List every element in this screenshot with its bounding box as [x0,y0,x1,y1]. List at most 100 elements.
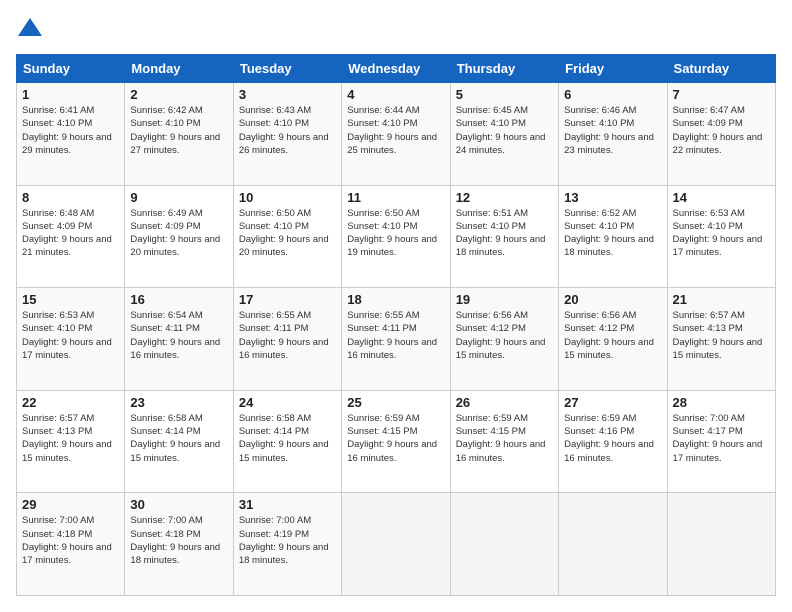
col-header-tuesday: Tuesday [233,55,341,83]
day-cell [450,493,558,596]
day-number: 20 [564,292,661,307]
day-cell: 13 Sunrise: 6:52 AMSunset: 4:10 PMDaylig… [559,185,667,288]
week-row-4: 22 Sunrise: 6:57 AMSunset: 4:13 PMDaylig… [17,390,776,493]
day-number: 1 [22,87,119,102]
day-number: 22 [22,395,119,410]
day-cell: 9 Sunrise: 6:49 AMSunset: 4:09 PMDayligh… [125,185,233,288]
day-cell [667,493,775,596]
day-info: Sunrise: 6:59 AMSunset: 4:15 PMDaylight:… [347,412,444,465]
day-number: 27 [564,395,661,410]
day-info: Sunrise: 6:52 AMSunset: 4:10 PMDaylight:… [564,207,661,260]
day-cell: 22 Sunrise: 6:57 AMSunset: 4:13 PMDaylig… [17,390,125,493]
col-header-wednesday: Wednesday [342,55,450,83]
day-info: Sunrise: 7:00 AMSunset: 4:19 PMDaylight:… [239,514,336,567]
day-info: Sunrise: 6:55 AMSunset: 4:11 PMDaylight:… [347,309,444,362]
day-cell: 14 Sunrise: 6:53 AMSunset: 4:10 PMDaylig… [667,185,775,288]
day-info: Sunrise: 6:51 AMSunset: 4:10 PMDaylight:… [456,207,553,260]
day-number: 17 [239,292,336,307]
day-number: 14 [673,190,770,205]
day-info: Sunrise: 6:58 AMSunset: 4:14 PMDaylight:… [239,412,336,465]
day-cell: 28 Sunrise: 7:00 AMSunset: 4:17 PMDaylig… [667,390,775,493]
day-cell: 23 Sunrise: 6:58 AMSunset: 4:14 PMDaylig… [125,390,233,493]
day-number: 26 [456,395,553,410]
day-cell: 26 Sunrise: 6:59 AMSunset: 4:15 PMDaylig… [450,390,558,493]
week-row-2: 8 Sunrise: 6:48 AMSunset: 4:09 PMDayligh… [17,185,776,288]
day-info: Sunrise: 6:48 AMSunset: 4:09 PMDaylight:… [22,207,119,260]
day-info: Sunrise: 6:44 AMSunset: 4:10 PMDaylight:… [347,104,444,157]
day-number: 31 [239,497,336,512]
page: SundayMondayTuesdayWednesdayThursdayFrid… [0,0,792,612]
day-info: Sunrise: 6:57 AMSunset: 4:13 PMDaylight:… [22,412,119,465]
col-header-saturday: Saturday [667,55,775,83]
day-number: 9 [130,190,227,205]
day-info: Sunrise: 6:56 AMSunset: 4:12 PMDaylight:… [564,309,661,362]
day-cell: 21 Sunrise: 6:57 AMSunset: 4:13 PMDaylig… [667,288,775,391]
day-info: Sunrise: 6:59 AMSunset: 4:15 PMDaylight:… [456,412,553,465]
day-info: Sunrise: 7:00 AMSunset: 4:17 PMDaylight:… [673,412,770,465]
day-info: Sunrise: 6:43 AMSunset: 4:10 PMDaylight:… [239,104,336,157]
day-number: 6 [564,87,661,102]
day-cell: 20 Sunrise: 6:56 AMSunset: 4:12 PMDaylig… [559,288,667,391]
day-cell [342,493,450,596]
day-number: 24 [239,395,336,410]
week-row-5: 29 Sunrise: 7:00 AMSunset: 4:18 PMDaylig… [17,493,776,596]
day-number: 7 [673,87,770,102]
day-cell: 31 Sunrise: 7:00 AMSunset: 4:19 PMDaylig… [233,493,341,596]
col-header-thursday: Thursday [450,55,558,83]
day-info: Sunrise: 6:53 AMSunset: 4:10 PMDaylight:… [22,309,119,362]
day-info: Sunrise: 6:55 AMSunset: 4:11 PMDaylight:… [239,309,336,362]
day-info: Sunrise: 6:42 AMSunset: 4:10 PMDaylight:… [130,104,227,157]
day-number: 28 [673,395,770,410]
day-cell: 17 Sunrise: 6:55 AMSunset: 4:11 PMDaylig… [233,288,341,391]
day-cell: 27 Sunrise: 6:59 AMSunset: 4:16 PMDaylig… [559,390,667,493]
day-cell: 7 Sunrise: 6:47 AMSunset: 4:09 PMDayligh… [667,83,775,186]
day-cell: 8 Sunrise: 6:48 AMSunset: 4:09 PMDayligh… [17,185,125,288]
day-cell: 3 Sunrise: 6:43 AMSunset: 4:10 PMDayligh… [233,83,341,186]
day-number: 11 [347,190,444,205]
day-number: 13 [564,190,661,205]
day-info: Sunrise: 6:56 AMSunset: 4:12 PMDaylight:… [456,309,553,362]
day-info: Sunrise: 6:50 AMSunset: 4:10 PMDaylight:… [347,207,444,260]
day-cell: 5 Sunrise: 6:45 AMSunset: 4:10 PMDayligh… [450,83,558,186]
day-info: Sunrise: 6:46 AMSunset: 4:10 PMDaylight:… [564,104,661,157]
day-number: 19 [456,292,553,307]
day-number: 18 [347,292,444,307]
day-number: 29 [22,497,119,512]
header-row: SundayMondayTuesdayWednesdayThursdayFrid… [17,55,776,83]
day-cell: 1 Sunrise: 6:41 AMSunset: 4:10 PMDayligh… [17,83,125,186]
day-cell: 16 Sunrise: 6:54 AMSunset: 4:11 PMDaylig… [125,288,233,391]
day-number: 10 [239,190,336,205]
day-cell: 15 Sunrise: 6:53 AMSunset: 4:10 PMDaylig… [17,288,125,391]
day-cell: 4 Sunrise: 6:44 AMSunset: 4:10 PMDayligh… [342,83,450,186]
logo-icon [16,16,44,44]
day-cell: 6 Sunrise: 6:46 AMSunset: 4:10 PMDayligh… [559,83,667,186]
day-cell: 24 Sunrise: 6:58 AMSunset: 4:14 PMDaylig… [233,390,341,493]
day-number: 3 [239,87,336,102]
day-number: 12 [456,190,553,205]
day-info: Sunrise: 6:57 AMSunset: 4:13 PMDaylight:… [673,309,770,362]
day-number: 23 [130,395,227,410]
day-info: Sunrise: 6:50 AMSunset: 4:10 PMDaylight:… [239,207,336,260]
day-info: Sunrise: 6:45 AMSunset: 4:10 PMDaylight:… [456,104,553,157]
calendar-table: SundayMondayTuesdayWednesdayThursdayFrid… [16,54,776,596]
logo [16,16,48,44]
week-row-1: 1 Sunrise: 6:41 AMSunset: 4:10 PMDayligh… [17,83,776,186]
day-info: Sunrise: 6:58 AMSunset: 4:14 PMDaylight:… [130,412,227,465]
day-cell: 30 Sunrise: 7:00 AMSunset: 4:18 PMDaylig… [125,493,233,596]
day-number: 15 [22,292,119,307]
day-info: Sunrise: 6:41 AMSunset: 4:10 PMDaylight:… [22,104,119,157]
day-number: 16 [130,292,227,307]
day-number: 21 [673,292,770,307]
day-number: 8 [22,190,119,205]
day-info: Sunrise: 7:00 AMSunset: 4:18 PMDaylight:… [130,514,227,567]
day-number: 4 [347,87,444,102]
day-info: Sunrise: 7:00 AMSunset: 4:18 PMDaylight:… [22,514,119,567]
col-header-friday: Friday [559,55,667,83]
day-number: 25 [347,395,444,410]
day-cell: 10 Sunrise: 6:50 AMSunset: 4:10 PMDaylig… [233,185,341,288]
day-cell: 19 Sunrise: 6:56 AMSunset: 4:12 PMDaylig… [450,288,558,391]
day-number: 5 [456,87,553,102]
day-number: 30 [130,497,227,512]
day-cell [559,493,667,596]
day-info: Sunrise: 6:49 AMSunset: 4:09 PMDaylight:… [130,207,227,260]
